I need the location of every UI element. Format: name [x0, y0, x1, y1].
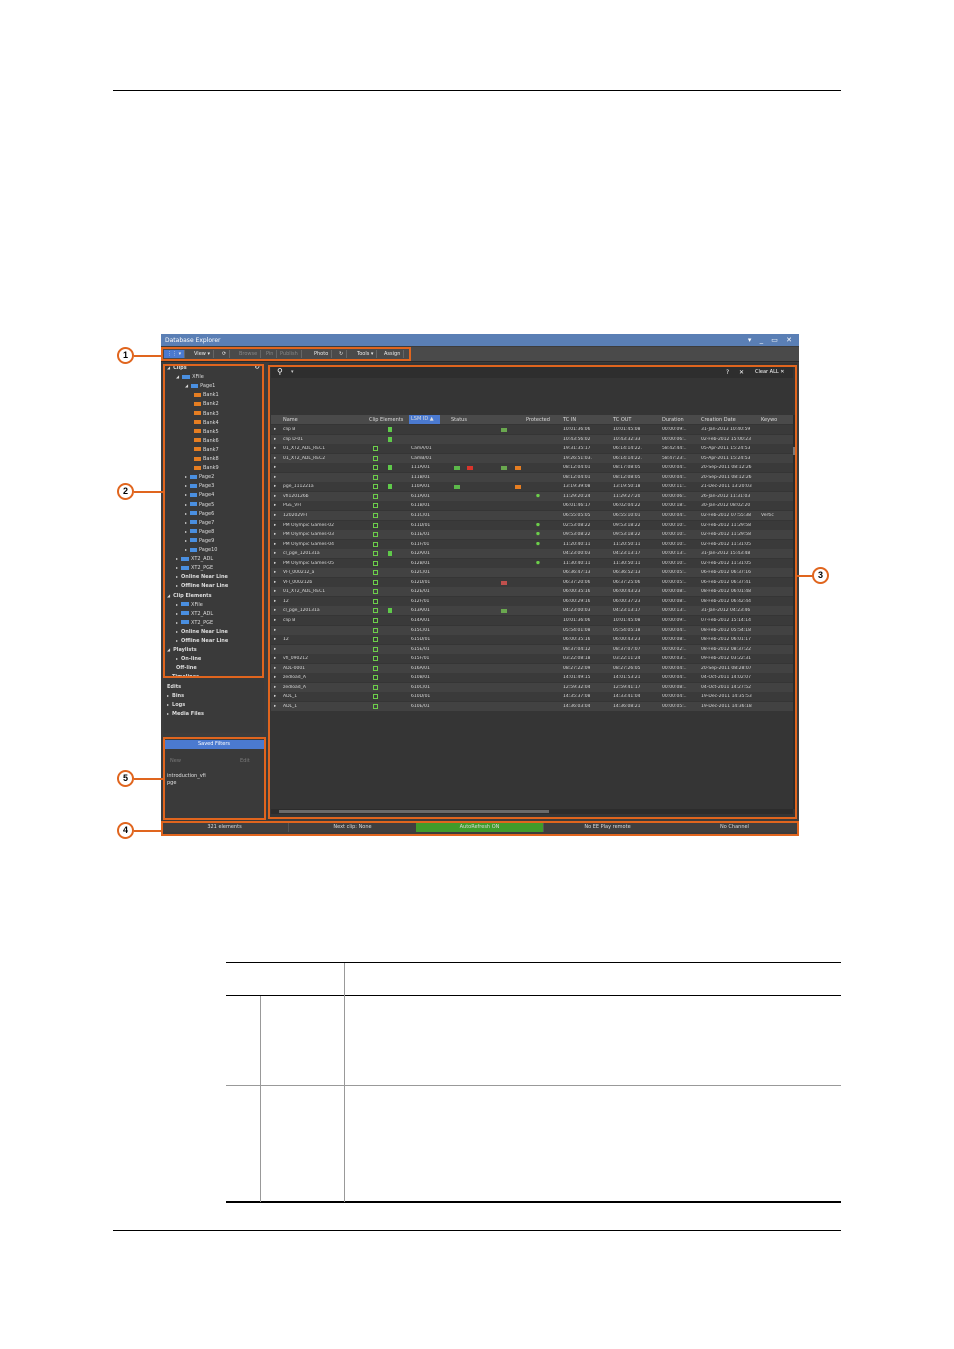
table-bottom-rule [226, 1201, 841, 1203]
callout-3-line [797, 575, 813, 577]
tree-node[interactable]: ▸ Logs [167, 702, 185, 708]
table-col-rule-2 [344, 963, 345, 1202]
callout-5: 5 [117, 770, 134, 787]
collapsed-arrow-icon[interactable]: ▸ [167, 702, 169, 707]
tree-node-label: Edits [167, 683, 182, 690]
grid-highlight [268, 365, 797, 819]
footer-rule [113, 1230, 841, 1231]
window-title: Database Explorer [165, 337, 221, 344]
table-row-rule [226, 1085, 841, 1086]
callout-1: 1 [117, 347, 134, 364]
tree-node-label: Logs [172, 701, 186, 708]
callout-2: 2 [117, 483, 134, 500]
filters-highlight [163, 737, 266, 820]
tree-node-label: Media Files [172, 710, 205, 717]
tree-highlight [163, 364, 264, 678]
tree-node[interactable]: ▸ Bins [167, 693, 184, 699]
window-titlebar: Database Explorer ▾ _ ▭ ✕ [161, 334, 799, 346]
table-header-rule [226, 995, 841, 996]
collapsed-arrow-icon[interactable]: ▸ [167, 693, 169, 698]
tree-node-label: Bins [172, 692, 185, 699]
callout-3: 3 [812, 567, 829, 584]
callout-1-line [134, 355, 162, 357]
window-controls[interactable]: ▾ _ ▭ ✕ [748, 336, 795, 344]
callout-2-line [134, 491, 164, 493]
toolbar-highlight [161, 347, 411, 361]
tree-node[interactable]: Edits [167, 684, 181, 690]
header-rule [113, 90, 841, 91]
table-col-rule-1 [260, 996, 261, 1202]
collapsed-arrow-icon[interactable]: ▸ [167, 711, 169, 716]
callout-5-line [134, 778, 164, 780]
table-top-rule [226, 962, 841, 963]
statusbar-highlight [161, 821, 799, 836]
callout-4: 4 [117, 822, 134, 839]
callout-4-line [134, 830, 162, 832]
tree-node[interactable]: ▸ Media Files [167, 711, 204, 717]
